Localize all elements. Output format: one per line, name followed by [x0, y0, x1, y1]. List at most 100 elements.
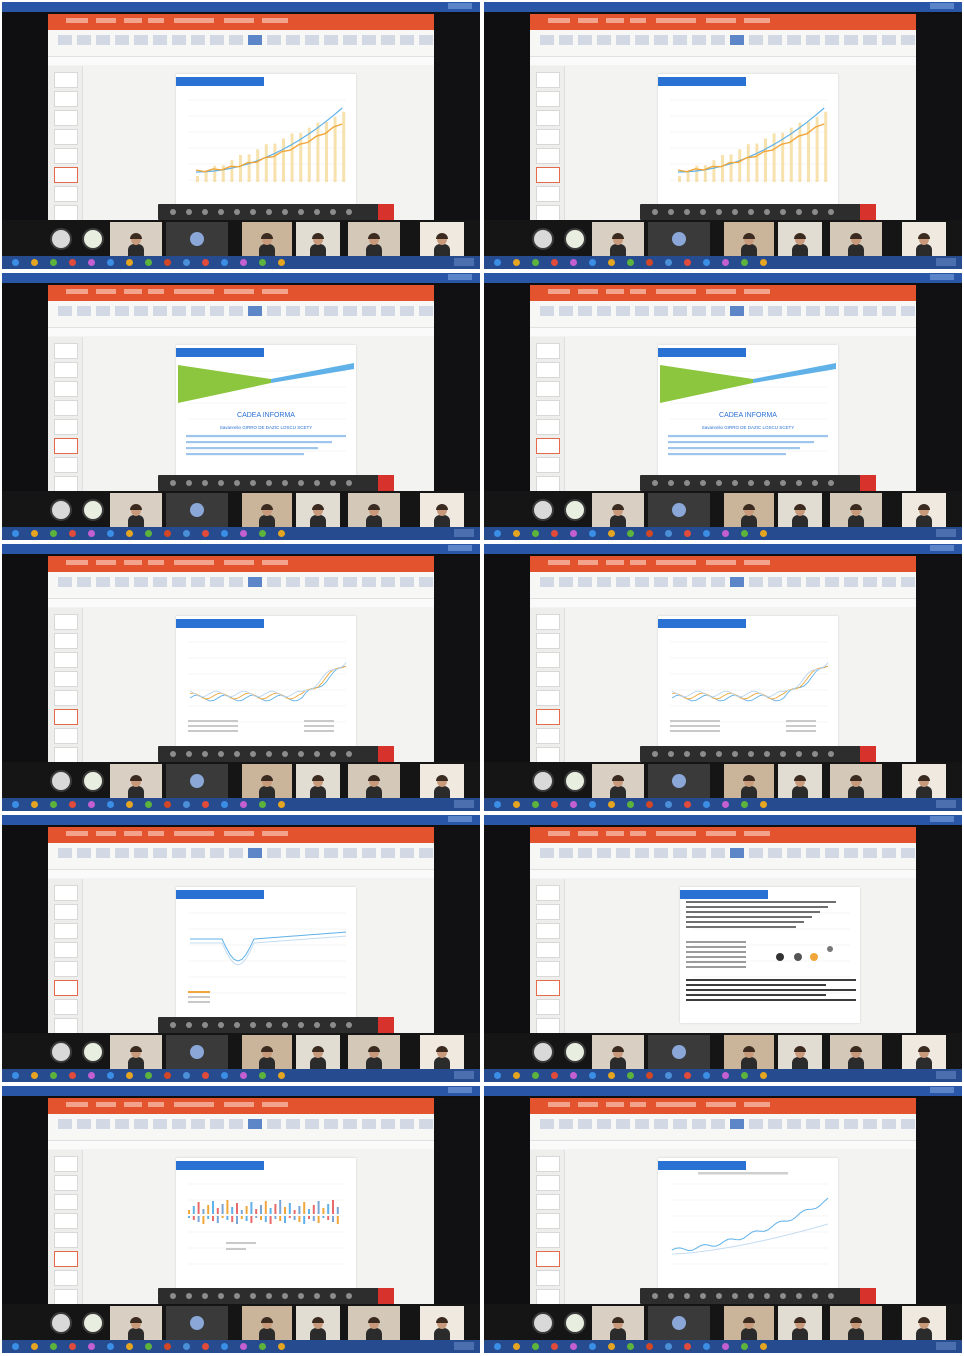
ribbon-button[interactable]	[229, 306, 243, 316]
slide-thumbnail[interactable]	[536, 728, 560, 744]
ribbon-tab[interactable]	[224, 831, 254, 836]
slide-thumbnail[interactable]	[536, 362, 560, 378]
pointer-icon[interactable]	[186, 1022, 192, 1028]
participant-video-tile[interactable]	[242, 764, 292, 798]
pointer-icon[interactable]	[250, 751, 256, 757]
chrome-icon[interactable]	[69, 530, 76, 537]
folder-icon[interactable]	[532, 530, 539, 537]
window-controls[interactable]	[930, 816, 954, 822]
ribbon-button[interactable]	[787, 306, 801, 316]
ribbon-button[interactable]	[863, 577, 877, 587]
ribbon-button[interactable]	[77, 577, 91, 587]
ribbon-button[interactable]	[749, 306, 763, 316]
folder-icon[interactable]	[50, 801, 57, 808]
teams-icon[interactable]	[221, 259, 228, 266]
pointer-icon[interactable]	[314, 1022, 320, 1028]
slide-thumbnail[interactable]	[54, 885, 78, 901]
settings-icon[interactable]	[828, 209, 834, 215]
ribbon-button[interactable]	[305, 577, 319, 587]
ribbon-tab[interactable]	[124, 18, 142, 23]
ribbon-button[interactable]	[635, 35, 649, 45]
ribbon-button[interactable]	[419, 577, 433, 587]
ribbon-button[interactable]	[134, 306, 148, 316]
ribbon-button[interactable]	[540, 1119, 554, 1129]
chrome-icon[interactable]	[551, 1343, 558, 1350]
settings-icon[interactable]	[764, 1293, 770, 1299]
ribbon-button[interactable]	[210, 848, 224, 858]
pointer-icon[interactable]	[186, 480, 192, 486]
zoom-icon[interactable]	[748, 1293, 754, 1299]
ribbon-button[interactable]	[286, 306, 300, 316]
zoom-icon[interactable]	[748, 480, 754, 486]
slide-thumbnail[interactable]	[54, 690, 78, 706]
slide-thumbnail[interactable]	[536, 980, 560, 996]
pen-icon[interactable]	[780, 751, 786, 757]
folder-icon[interactable]	[278, 259, 285, 266]
ribbon-button[interactable]	[825, 1119, 839, 1129]
folder-icon[interactable]	[646, 530, 653, 537]
window-controls[interactable]	[930, 1087, 954, 1093]
participant-avatar[interactable]	[532, 228, 554, 250]
participant-video-tile[interactable]	[724, 222, 774, 256]
settings-icon[interactable]	[282, 751, 288, 757]
ribbon-button[interactable]	[362, 848, 376, 858]
participant-avatar[interactable]	[532, 1312, 554, 1334]
ribbon-button[interactable]	[134, 577, 148, 587]
zoom-icon[interactable]	[812, 209, 818, 215]
ribbon-button[interactable]	[96, 1119, 110, 1129]
ribbon-button[interactable]	[324, 848, 338, 858]
participant-video-tile[interactable]	[296, 222, 340, 256]
ribbon-button[interactable]	[362, 577, 376, 587]
teams-icon[interactable]	[221, 801, 228, 808]
window-controls[interactable]	[448, 3, 472, 9]
ribbon-button[interactable]	[635, 848, 649, 858]
ribbon-button[interactable]	[324, 1119, 338, 1129]
powerpoint-icon[interactable]	[202, 801, 209, 808]
teams-icon[interactable]	[221, 1343, 228, 1350]
pen-icon[interactable]	[716, 209, 722, 215]
ribbon-tab[interactable]	[606, 18, 624, 23]
chrome-icon[interactable]	[183, 801, 190, 808]
end-icon[interactable]	[860, 475, 876, 491]
ribbon-tab[interactable]	[224, 289, 254, 294]
ribbon-button[interactable]	[749, 577, 763, 587]
powerpoint-icon[interactable]	[202, 1072, 209, 1079]
start-icon[interactable]	[240, 259, 247, 266]
powerpoint-icon[interactable]	[684, 1072, 691, 1079]
pen-icon[interactable]	[234, 480, 240, 486]
slide-thumbnail[interactable]	[54, 728, 78, 744]
zoom-icon[interactable]	[684, 209, 690, 215]
ribbon-button[interactable]	[635, 577, 649, 587]
slide-thumbnail[interactable]	[54, 476, 78, 492]
zoom-icon[interactable]	[330, 1293, 336, 1299]
ribbon-button[interactable]	[730, 35, 744, 45]
ribbon-tab[interactable]	[262, 560, 288, 565]
ribbon-tab[interactable]	[96, 18, 116, 23]
participant-video-tile[interactable]	[242, 1035, 292, 1069]
pen-icon[interactable]	[298, 209, 304, 215]
browser-icon[interactable]	[145, 259, 152, 266]
teams-icon[interactable]	[589, 530, 596, 537]
ribbon-tab[interactable]	[578, 560, 598, 565]
folder-icon[interactable]	[278, 1343, 285, 1350]
ribbon-button[interactable]	[635, 306, 649, 316]
slide-thumbnail[interactable]	[536, 1213, 560, 1229]
ribbon-tab[interactable]	[630, 18, 646, 23]
participant-video-tile[interactable]	[648, 222, 710, 256]
ribbon-tab[interactable]	[262, 831, 288, 836]
slide-thumbnail[interactable]	[536, 709, 560, 725]
ribbon-button[interactable]	[419, 848, 433, 858]
ribbon-button[interactable]	[381, 1119, 395, 1129]
slide-thumbnail[interactable]	[54, 205, 78, 221]
ribbon-button[interactable]	[324, 306, 338, 316]
slide-thumbnail[interactable]	[54, 343, 78, 359]
start-icon[interactable]	[12, 1072, 19, 1079]
pointer-icon[interactable]	[314, 1293, 320, 1299]
chrome-icon[interactable]	[665, 259, 672, 266]
ribbon-button[interactable]	[825, 848, 839, 858]
ribbon-button[interactable]	[172, 1119, 186, 1129]
ribbon-button[interactable]	[115, 306, 129, 316]
powerpoint-icon[interactable]	[570, 801, 577, 808]
pen-icon[interactable]	[298, 751, 304, 757]
ribbon-tab[interactable]	[706, 18, 736, 23]
